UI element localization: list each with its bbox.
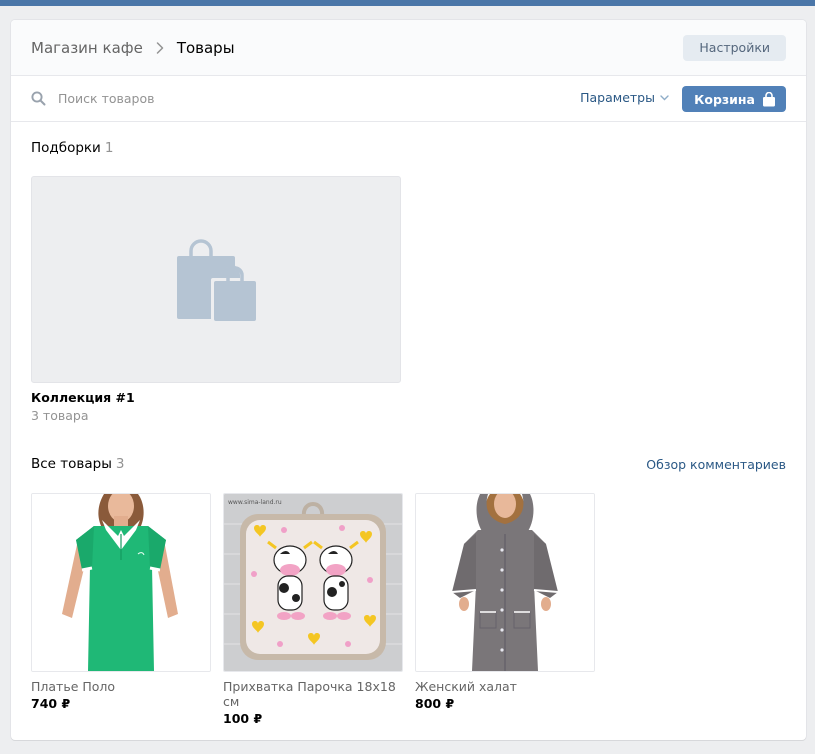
comments-overview-link[interactable]: Обзор комментариев	[646, 457, 786, 472]
search-bar: Параметры Корзина	[11, 76, 806, 122]
search-icon	[31, 91, 46, 106]
collection-count: 3 товара	[31, 408, 89, 423]
collection-cover[interactable]	[31, 176, 401, 383]
product-card[interactable]: www.sima-land.ru Прихватка Парочка 18х18…	[223, 493, 403, 726]
params-dropdown[interactable]: Параметры	[580, 90, 669, 105]
page-header: Магазин кафе Товары Настройки	[11, 20, 806, 76]
top-bar	[0, 0, 815, 6]
chevron-right-icon	[151, 39, 169, 57]
params-label: Параметры	[580, 90, 655, 105]
collections-count: 1	[104, 140, 114, 156]
watermark-text: www.sima-land.ru	[228, 499, 282, 506]
shopping-bags-icon	[175, 238, 257, 321]
product-card[interactable]: Женский халат 800 ₽	[415, 493, 595, 711]
breadcrumb-shop[interactable]: Магазин кафе	[31, 39, 143, 57]
product-name[interactable]: Прихватка Парочка 18х18 см	[223, 679, 403, 709]
cart-label: Корзина	[694, 91, 755, 107]
product-image-dress[interactable]	[31, 493, 211, 672]
all-goods-heading: Все товары 3	[31, 456, 124, 472]
product-image-robe[interactable]	[415, 493, 595, 672]
collection-name[interactable]: Коллекция #1	[31, 390, 135, 405]
collections-title: Подборки	[31, 140, 101, 156]
product-card[interactable]: Платье Поло 740 ₽	[31, 493, 211, 711]
product-price: 740 ₽	[31, 696, 71, 711]
shopping-bag-icon	[762, 91, 776, 107]
chevron-down-icon	[660, 94, 669, 101]
product-image-potholder[interactable]: www.sima-land.ru	[223, 493, 403, 672]
cart-button[interactable]: Корзина	[682, 86, 786, 112]
breadcrumb-goods: Товары	[176, 38, 235, 57]
search-input[interactable]	[58, 91, 418, 106]
product-price: 100 ₽	[223, 711, 263, 726]
collections-heading: Подборки 1	[31, 140, 113, 156]
product-name[interactable]: Платье Поло	[31, 679, 211, 694]
all-goods-title: Все товары	[31, 456, 112, 472]
market-card: Магазин кафе Товары Настройки Параметры …	[11, 20, 806, 740]
settings-button[interactable]: Настройки	[683, 35, 786, 61]
all-goods-count: 3	[115, 456, 125, 472]
product-price: 800 ₽	[415, 696, 455, 711]
product-name[interactable]: Женский халат	[415, 679, 595, 694]
